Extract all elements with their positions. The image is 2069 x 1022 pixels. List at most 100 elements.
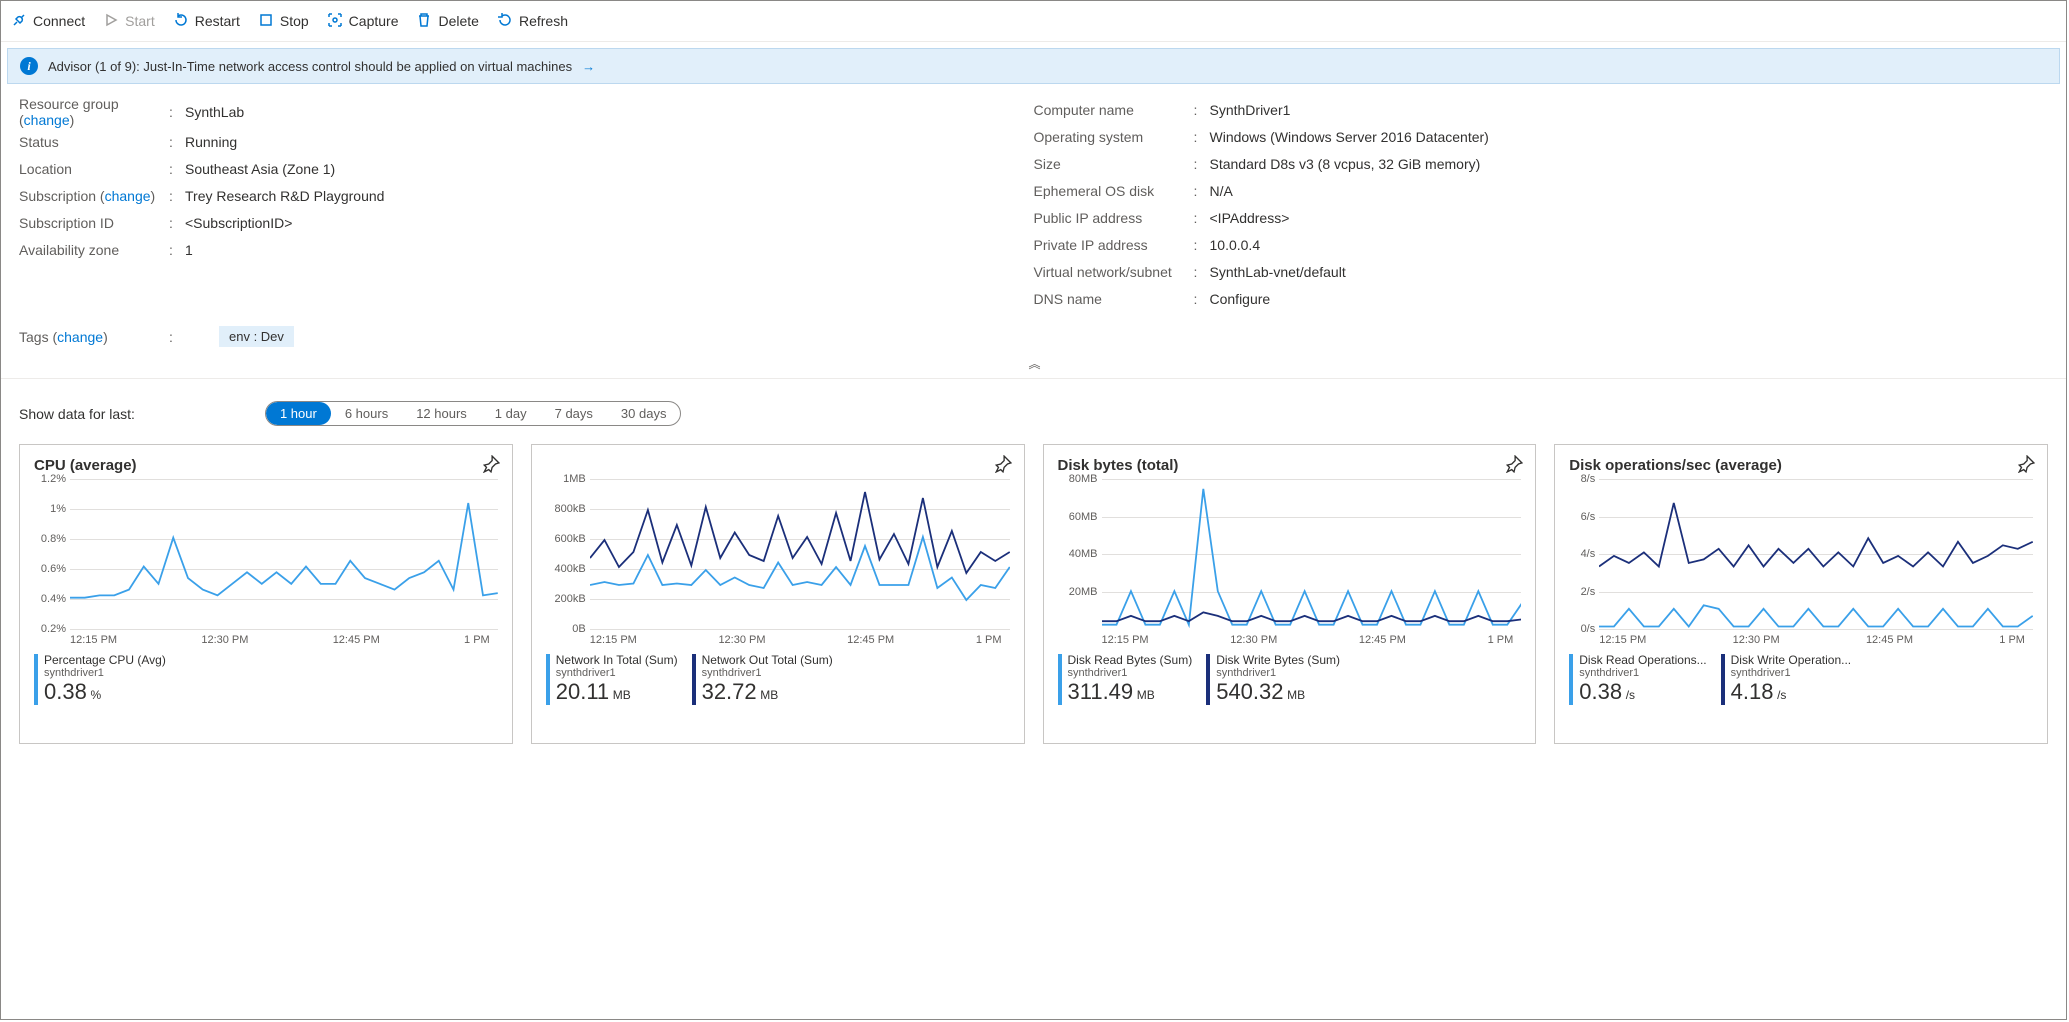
computer-label: Computer name [1034, 102, 1194, 118]
sub-change-link[interactable]: change [105, 188, 151, 204]
size-label: Size [1034, 156, 1194, 172]
dns-label: DNS name [1034, 291, 1194, 307]
time-pill-6hours[interactable]: 6 hours [331, 402, 402, 425]
eph-label: Ephemeral OS disk [1034, 183, 1194, 199]
cpu-metric-title: Percentage CPU (Avg) [44, 654, 166, 667]
start-label: Start [125, 13, 155, 29]
refresh-icon [497, 12, 513, 31]
disk-read-title: Disk Read Bytes (Sum) [1068, 654, 1193, 667]
rg-value[interactable]: SynthLab [185, 104, 244, 120]
dns-value[interactable]: Configure [1210, 291, 1271, 307]
time-pill-30days[interactable]: 30 days [607, 402, 681, 425]
cpu-title: CPU (average) [34, 457, 498, 474]
time-pill-1day[interactable]: 1 day [481, 402, 541, 425]
ops-read-title: Disk Read Operations... [1579, 654, 1706, 667]
capture-button[interactable]: Capture [327, 12, 399, 31]
net-xlabels: 12:15 PM12:30 PM12:45 PM1 PM [590, 634, 1010, 646]
stop-icon [258, 12, 274, 31]
cpu-card: CPU (average) 0.2%0.4%0.6%0.8%1%1.2% 12:… [19, 444, 513, 744]
tags-row: Tags (change) : env : Dev [1, 312, 2066, 353]
cpu-metric-unit: % [90, 688, 101, 702]
cpu-chart[interactable]: 0.2%0.4%0.6%0.8%1%1.2% [70, 480, 498, 630]
tags-label: Tags [19, 329, 49, 345]
pin-icon[interactable] [482, 455, 500, 476]
connect-button[interactable]: Connect [11, 12, 85, 31]
pip-value[interactable]: <IPAddress> [1210, 210, 1290, 226]
disk-xlabels: 12:15 PM12:30 PM12:45 PM1 PM [1102, 634, 1522, 646]
restart-button[interactable]: Restart [173, 12, 240, 31]
time-pill-12hours[interactable]: 12 hours [402, 402, 481, 425]
filter-label: Show data for last: [19, 406, 135, 422]
net-in-title: Network In Total (Sum) [556, 654, 678, 667]
ops-xlabels: 12:15 PM12:30 PM12:45 PM1 PM [1599, 634, 2033, 646]
location-value: Southeast Asia (Zone 1) [185, 161, 335, 177]
az-label: Availability zone [19, 242, 169, 258]
os-label: Operating system [1034, 129, 1194, 145]
disk-chart[interactable]: 20MB40MB60MB80MB [1102, 480, 1522, 630]
status-value: Running [185, 134, 237, 150]
disk-read-unit: MB [1137, 688, 1155, 702]
prip-label: Private IP address [1034, 237, 1194, 253]
pin-icon[interactable] [1505, 455, 1523, 476]
computer-value: SynthDriver1 [1210, 102, 1291, 118]
advisor-bar[interactable]: i Advisor (1 of 9): Just-In-Time network… [7, 48, 2060, 84]
advisor-text: Advisor (1 of 9): Just-In-Time network a… [48, 59, 572, 74]
tag-pill[interactable]: env : Dev [219, 326, 294, 347]
disk-card: Disk bytes (total) 20MB40MB60MB80MB 12:1… [1043, 444, 1537, 744]
net-out-title: Network Out Total (Sum) [702, 654, 833, 667]
rg-label: Resource group [19, 96, 119, 112]
refresh-button[interactable]: Refresh [497, 12, 568, 31]
ops-read-unit: /s [1626, 688, 1635, 702]
disk-read-metric: Disk Read Bytes (Sum) synthdriver1 311.4… [1058, 654, 1193, 705]
capture-label: Capture [349, 13, 399, 29]
tags-change-link[interactable]: change [57, 329, 103, 345]
net-in-unit: MB [613, 688, 631, 702]
net-title [546, 457, 1010, 474]
vnet-value[interactable]: SynthLab-vnet/default [1210, 264, 1346, 280]
stop-button[interactable]: Stop [258, 12, 309, 31]
properties-right: Computer name:SynthDriver1 Operating sys… [1034, 96, 2049, 312]
sub-value[interactable]: Trey Research R&D Playground [185, 188, 384, 204]
pip-label: Public IP address [1034, 210, 1194, 226]
net-in-metric: Network In Total (Sum) synthdriver1 20.1… [546, 654, 678, 705]
net-out-metric: Network Out Total (Sum) synthdriver1 32.… [692, 654, 833, 705]
capture-icon [327, 12, 343, 31]
cpu-xlabels: 12:15 PM12:30 PM12:45 PM1 PM [70, 634, 498, 646]
net-in-sub: synthdriver1 [556, 667, 678, 679]
prip-value: 10.0.0.4 [1210, 237, 1261, 253]
ops-write-metric: Disk Write Operation... synthdriver1 4.1… [1721, 654, 1851, 705]
eph-value: N/A [1210, 183, 1233, 199]
disk-write-sub: synthdriver1 [1216, 667, 1340, 679]
ops-read-val: 0.38 [1579, 679, 1622, 704]
disk-write-metric: Disk Write Bytes (Sum) synthdriver1 540.… [1206, 654, 1340, 705]
chart-cards: CPU (average) 0.2%0.4%0.6%0.8%1%1.2% 12:… [1, 444, 2066, 744]
rg-change-link[interactable]: change [24, 112, 70, 128]
disk-title: Disk bytes (total) [1058, 457, 1522, 474]
time-pill-7days[interactable]: 7 days [541, 402, 607, 425]
ops-title: Disk operations/sec (average) [1569, 457, 2033, 474]
disk-write-val: 540.32 [1216, 679, 1283, 704]
cpu-metric-val: 0.38 [44, 679, 87, 704]
delete-button[interactable]: Delete [416, 12, 478, 31]
time-pill-1hour[interactable]: 1 hour [266, 402, 331, 425]
ops-chart[interactable]: 0/s2/s4/s6/s8/s [1599, 480, 2033, 630]
pin-icon[interactable] [994, 455, 1012, 476]
start-button[interactable]: Start [103, 12, 155, 31]
collapse-chevron[interactable]: ︽ [1, 353, 2066, 374]
time-pillbar: 1 hour6 hours12 hours1 day7 days30 days [265, 401, 682, 426]
ops-read-metric: Disk Read Operations... synthdriver1 0.3… [1569, 654, 1706, 705]
subid-label: Subscription ID [19, 215, 169, 231]
cpu-metric: Percentage CPU (Avg) synthdriver1 0.38 % [34, 654, 166, 705]
refresh-label: Refresh [519, 13, 568, 29]
pin-icon[interactable] [2017, 455, 2035, 476]
net-chart[interactable]: 0B200kB400kB600kB800kB1MB [590, 480, 1010, 630]
connect-label: Connect [33, 13, 85, 29]
restart-icon [173, 12, 189, 31]
cpu-metric-sub: synthdriver1 [44, 667, 166, 679]
ops-read-sub: synthdriver1 [1579, 667, 1706, 679]
ops-write-title: Disk Write Operation... [1731, 654, 1851, 667]
os-value: Windows (Windows Server 2016 Datacenter) [1210, 129, 1489, 145]
subid-value: <SubscriptionID> [185, 215, 292, 231]
toolbar: Connect Start Restart Stop Capture Delet… [1, 1, 2066, 42]
network-card: 0B200kB400kB600kB800kB1MB 12:15 PM12:30 … [531, 444, 1025, 744]
